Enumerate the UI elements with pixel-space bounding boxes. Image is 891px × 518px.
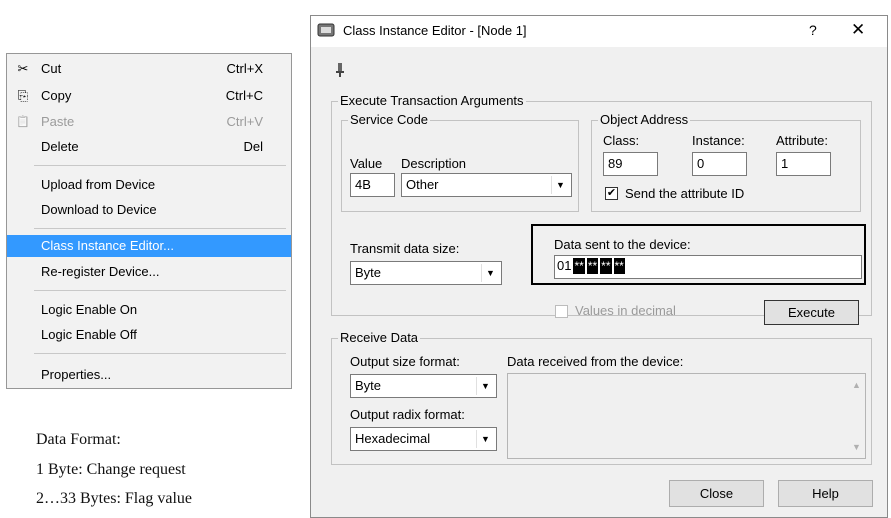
group-label: Service Code <box>348 112 431 127</box>
data-received-textarea[interactable]: ▲ ▼ <box>507 373 866 459</box>
close-button[interactable]: Close <box>669 480 764 507</box>
menu-item-logic-enable-on[interactable]: Logic Enable On <box>7 299 291 321</box>
scissors-icon: ✂ <box>17 61 29 76</box>
data-byte-masked: ** <box>600 258 612 274</box>
service-value-input[interactable]: 4B <box>350 173 395 197</box>
copy-icon: ⎘ <box>17 88 29 103</box>
select-value: Other <box>406 177 439 192</box>
vertical-scrollbar[interactable]: ▲ ▼ <box>848 374 865 458</box>
title-bar: Class Instance Editor - [Node 1] ? ✕ <box>311 16 887 47</box>
menu-item-upload[interactable]: Upload from Device <box>7 174 291 196</box>
data-byte-masked: ** <box>586 258 599 274</box>
values-decimal-checkbox[interactable] <box>555 305 568 318</box>
data-received-label: Data received from the device: <box>507 354 684 369</box>
data-byte-first: 01 <box>557 258 572 273</box>
chevron-down-icon[interactable]: ▼ <box>476 377 494 395</box>
menu-label: Copy <box>41 88 72 103</box>
help-button[interactable]: Help <box>778 480 873 507</box>
menu-separator <box>34 290 286 291</box>
menu-shortcut: Ctrl+C <box>225 88 263 103</box>
menu-item-delete[interactable]: Delete Del <box>7 136 291 158</box>
attribute-input[interactable]: 1 <box>776 152 831 176</box>
data-byte-masked: ** <box>613 258 625 274</box>
note-flag-value: 2…33 Bytes: Flag value <box>36 490 192 507</box>
output-size-select[interactable]: Byte ▼ <box>350 374 497 398</box>
menu-label: Upload from Device <box>41 177 156 192</box>
class-label: Class: <box>603 133 640 148</box>
scroll-up-icon[interactable]: ▲ <box>852 380 861 390</box>
chevron-down-icon[interactable]: ▼ <box>551 176 569 194</box>
chevron-down-icon[interactable]: ▼ <box>476 430 494 448</box>
context-menu: ✂ Cut Ctrl+X ⎘ Copy Ctrl+C 📋 Paste Ctrl+… <box>6 53 292 389</box>
data-sent-label: Data sent to the device: <box>554 237 691 252</box>
instance-label: Instance: <box>692 133 745 148</box>
instance-input[interactable]: 0 <box>692 152 747 176</box>
menu-label: Delete <box>41 139 79 154</box>
menu-label: Cut <box>41 61 62 76</box>
transmit-size-label: Transmit data size: <box>350 241 460 256</box>
app-icon <box>317 23 335 37</box>
dialog-title: Class Instance Editor - [Node 1] <box>343 23 527 38</box>
note-change-request: 1 Byte: Change request <box>36 461 186 478</box>
select-value: Byte <box>355 378 382 393</box>
menu-item-paste[interactable]: 📋 Paste Ctrl+V <box>7 111 291 133</box>
value-label: Value <box>350 156 383 171</box>
menu-label: Class Instance Editor... <box>41 238 174 253</box>
menu-item-reregister[interactable]: Re-register Device... <box>7 261 291 283</box>
menu-label: Properties... <box>41 367 112 382</box>
execute-arguments-group: Execute Transaction Arguments Service Co… <box>331 93 872 325</box>
chevron-down-icon[interactable]: ▼ <box>481 264 499 282</box>
send-attribute-label: Send the attribute ID <box>625 186 745 201</box>
menu-shortcut: Del <box>243 139 263 154</box>
note-data-format: Data Format: <box>36 431 121 448</box>
menu-label: Re-register Device... <box>41 264 160 279</box>
menu-label: Logic Enable On <box>41 302 138 317</box>
pin-icon[interactable] <box>335 62 345 78</box>
menu-shortcut: Ctrl+V <box>226 114 263 129</box>
menu-item-logic-enable-off[interactable]: Logic Enable Off <box>7 324 291 346</box>
group-label: Execute Transaction Arguments <box>338 93 526 108</box>
menu-separator <box>34 353 286 354</box>
menu-label: Download to Device <box>41 202 157 217</box>
close-icon[interactable]: ✕ <box>851 20 865 40</box>
values-decimal-label: Values in decimal <box>575 303 676 318</box>
menu-item-class-instance-editor[interactable]: Class Instance Editor... <box>7 235 291 257</box>
output-radix-label: Output radix format: <box>350 407 465 422</box>
group-label: Receive Data <box>338 330 421 345</box>
select-value: Byte <box>355 265 382 280</box>
menu-separator <box>34 165 286 166</box>
execute-button[interactable]: Execute <box>764 300 859 325</box>
group-label: Object Address <box>598 112 691 127</box>
attribute-label: Attribute: <box>776 133 829 148</box>
output-radix-select[interactable]: Hexadecimal ▼ <box>350 427 497 451</box>
select-value: Hexadecimal <box>355 431 431 446</box>
menu-shortcut: Ctrl+X <box>226 61 263 76</box>
menu-separator <box>34 228 286 229</box>
menu-item-copy[interactable]: ⎘ Copy Ctrl+C <box>7 85 291 107</box>
menu-label: Paste <box>41 114 75 129</box>
menu-label: Logic Enable Off <box>41 327 137 342</box>
class-instance-editor-dialog: Class Instance Editor - [Node 1] ? ✕ Exe… <box>310 15 888 518</box>
class-input[interactable]: 89 <box>603 152 658 176</box>
description-label: Description <box>401 156 467 171</box>
menu-item-properties[interactable]: Properties... <box>7 364 291 386</box>
service-description-select[interactable]: Other ▼ <box>401 173 572 197</box>
data-sent-highlight-box: Data sent to the device: 01 ** ** ** ** <box>531 224 866 285</box>
object-address-group: Object Address Class: Instance: Attribut… <box>591 112 861 212</box>
menu-item-download[interactable]: Download to Device <box>7 199 291 221</box>
service-code-group: Service Code Value Description 4B Other … <box>341 112 579 212</box>
data-sent-input[interactable]: 01 ** ** ** ** <box>554 255 862 279</box>
send-attribute-checkbox[interactable]: ✔ <box>605 187 618 200</box>
receive-data-group: Receive Data Output size format: Byte ▼ … <box>331 330 872 465</box>
paste-icon: 📋 <box>16 116 30 128</box>
menu-item-cut[interactable]: ✂ Cut Ctrl+X <box>7 58 291 80</box>
output-size-label: Output size format: <box>350 354 460 369</box>
transmit-size-select[interactable]: Byte ▼ <box>350 261 502 285</box>
scroll-down-icon[interactable]: ▼ <box>852 442 861 452</box>
data-byte-masked: ** <box>573 258 585 274</box>
help-icon[interactable]: ? <box>809 22 817 38</box>
